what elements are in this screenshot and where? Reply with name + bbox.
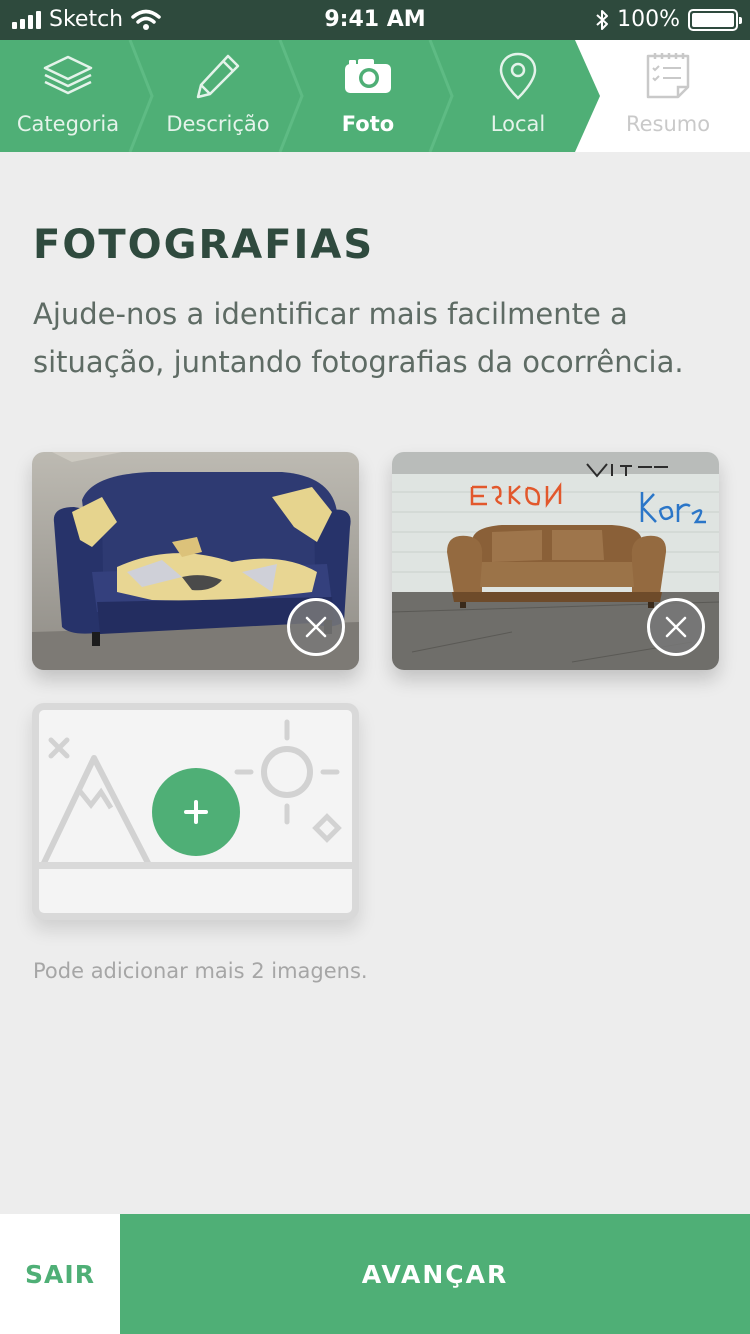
- close-icon: [665, 616, 687, 638]
- add-photo-button[interactable]: [152, 768, 240, 856]
- page-title: FOTOGRAFIAS: [33, 222, 375, 268]
- step-label: Local: [490, 112, 546, 136]
- step-foto[interactable]: Foto: [293, 40, 443, 152]
- step-label: Foto: [341, 112, 395, 136]
- pencil-icon: [196, 54, 240, 99]
- remove-photo-button[interactable]: [287, 598, 345, 656]
- photo-thumbnail[interactable]: [32, 452, 359, 670]
- checklist-icon: [646, 53, 690, 99]
- status-bar: Sketch 9:41 AM 100%: [0, 0, 750, 40]
- status-right: 100%: [595, 7, 742, 32]
- battery-icon: [688, 8, 742, 31]
- step-label: Categoria: [16, 112, 120, 136]
- step-resumo: Resumo: [593, 40, 743, 152]
- battery-percent: 100%: [617, 7, 680, 32]
- bluetooth-icon: [596, 9, 609, 30]
- step-categoria[interactable]: Categoria: [0, 40, 143, 152]
- layers-icon: [43, 55, 93, 95]
- exit-button[interactable]: SAIR: [0, 1214, 120, 1334]
- remove-photo-button[interactable]: [647, 598, 705, 656]
- step-descricao[interactable]: Descrição: [143, 40, 293, 152]
- page-description: Ajude-nos a identificar mais facilmente …: [33, 297, 684, 379]
- close-icon: [305, 616, 327, 638]
- next-button[interactable]: AVANÇAR: [120, 1214, 750, 1334]
- camera-icon: [345, 59, 391, 93]
- plus-icon: [184, 800, 208, 824]
- bottom-action-bar: SAIR AVANÇAR: [0, 1214, 750, 1334]
- step-local[interactable]: Local: [443, 40, 593, 152]
- progress-stepper: Categoria Descrição Foto Local Resumo: [0, 40, 750, 152]
- location-pin-icon: [499, 52, 537, 100]
- step-label: Descrição: [166, 112, 270, 136]
- step-label: Resumo: [625, 112, 711, 136]
- remaining-images-hint: Pode adicionar mais 2 imagens.: [33, 959, 368, 983]
- photo-thumbnail[interactable]: [392, 452, 719, 670]
